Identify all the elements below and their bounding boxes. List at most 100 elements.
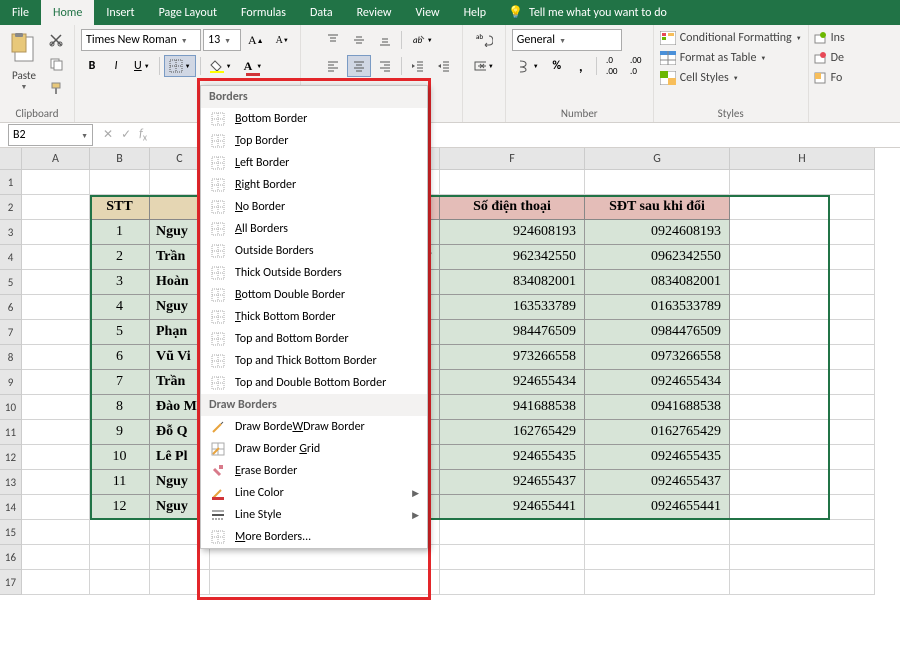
tab-review[interactable]: Review — [345, 0, 404, 25]
cell-sdt[interactable]: 973266558 — [440, 345, 585, 370]
cell[interactable] — [22, 245, 90, 270]
italic-button[interactable]: I — [105, 55, 127, 77]
cell-styles-button[interactable]: Cell Styles▼ — [660, 69, 739, 87]
col-header-g[interactable]: G — [585, 148, 730, 170]
cell[interactable] — [730, 345, 875, 370]
tab-help[interactable]: Help — [452, 0, 499, 25]
row-header[interactable]: 13 — [0, 470, 22, 495]
border-option[interactable]: Top and Bottom Border — [201, 328, 427, 350]
font-name-selector[interactable]: Times New Roman — [81, 29, 201, 51]
cell-stt[interactable]: 1 — [90, 220, 150, 245]
cell-sdt[interactable]: 924655435 — [440, 445, 585, 470]
cell-sdt[interactable]: 962342550 — [440, 245, 585, 270]
border-option[interactable]: Line Style▶ — [201, 504, 427, 526]
col-header-a[interactable]: A — [22, 148, 90, 170]
increase-decimal-button[interactable]: .0.00 — [601, 55, 623, 77]
border-option[interactable]: No Border — [201, 196, 427, 218]
border-option[interactable]: Bottom Border — [201, 108, 427, 130]
border-option[interactable]: Top and Thick Bottom Border — [201, 350, 427, 372]
tab-pagelayout[interactable]: Page Layout — [147, 0, 229, 25]
align-bottom-button[interactable] — [373, 29, 397, 51]
cell[interactable] — [440, 170, 585, 195]
cell[interactable] — [90, 570, 150, 595]
cell[interactable] — [730, 470, 875, 495]
cell[interactable] — [90, 545, 150, 570]
col-header-f[interactable]: F — [440, 148, 585, 170]
cell[interactable] — [730, 295, 875, 320]
cell[interactable] — [22, 270, 90, 295]
align-center-button[interactable] — [347, 55, 371, 77]
row-header[interactable]: 3 — [0, 220, 22, 245]
decrease-decimal-button[interactable]: .00.0 — [625, 55, 647, 77]
cell[interactable] — [22, 445, 90, 470]
cell[interactable] — [730, 170, 875, 195]
cell-sdt[interactable]: 163533789 — [440, 295, 585, 320]
cell[interactable] — [730, 420, 875, 445]
border-option[interactable]: Line Color▶ — [201, 482, 427, 504]
table-header-sdt[interactable]: Số điện thoại — [440, 195, 585, 220]
tab-file[interactable]: File — [0, 0, 41, 25]
cell-stt[interactable]: 9 — [90, 420, 150, 445]
align-middle-button[interactable] — [347, 29, 371, 51]
row-header[interactable]: 2 — [0, 195, 22, 220]
row-header[interactable]: 6 — [0, 295, 22, 320]
cell[interactable] — [730, 220, 875, 245]
cell-sdt[interactable]: 924608193 — [440, 220, 585, 245]
fx-icon[interactable]: fx — [139, 127, 147, 143]
cell-sdt[interactable]: 984476509 — [440, 320, 585, 345]
cell[interactable] — [730, 395, 875, 420]
cell[interactable] — [22, 220, 90, 245]
cell-stt[interactable]: 12 — [90, 495, 150, 520]
cell[interactable] — [22, 570, 90, 595]
number-format-selector[interactable]: General — [512, 29, 622, 51]
row-header[interactable]: 10 — [0, 395, 22, 420]
name-box[interactable]: B2▼ — [8, 124, 93, 146]
border-option[interactable]: Right Border — [201, 174, 427, 196]
cell-sdt2[interactable]: 0924655435 — [585, 445, 730, 470]
cell[interactable] — [585, 170, 730, 195]
wrap-text-button[interactable]: ab — [469, 29, 499, 51]
cell-sdt[interactable]: 924655434 — [440, 370, 585, 395]
border-option[interactable]: Top and Double Bottom Border — [201, 372, 427, 394]
cell-sdt2[interactable]: 0924655441 — [585, 495, 730, 520]
cell[interactable] — [22, 320, 90, 345]
cell[interactable] — [730, 545, 875, 570]
cell-sdt2[interactable]: 0941688538 — [585, 395, 730, 420]
font-color-button[interactable]: A▼ — [239, 55, 268, 77]
col-header-h[interactable]: H — [730, 148, 875, 170]
orientation-button[interactable]: ab▼ — [406, 29, 438, 51]
conditional-formatting-button[interactable]: Conditional Formatting▼ — [660, 29, 802, 47]
cell-sdt2[interactable]: 0984476509 — [585, 320, 730, 345]
cell-sdt2[interactable]: 0924655434 — [585, 370, 730, 395]
cell[interactable] — [22, 295, 90, 320]
cell-stt[interactable]: 11 — [90, 470, 150, 495]
cell[interactable] — [440, 520, 585, 545]
border-option[interactable]: Thick Bottom Border — [201, 306, 427, 328]
border-option[interactable]: Bottom Double Border — [201, 284, 427, 306]
cell[interactable] — [22, 520, 90, 545]
row-header[interactable]: 17 — [0, 570, 22, 595]
border-option[interactable]: Outside Borders — [201, 240, 427, 262]
comma-button[interactable]: , — [570, 55, 592, 77]
table-header-sdt-sau[interactable]: SĐT sau khi đổi — [585, 195, 730, 220]
cell[interactable] — [730, 570, 875, 595]
cell[interactable] — [730, 245, 875, 270]
format-painter-button[interactable] — [44, 77, 68, 99]
format-cells-button[interactable]: Fo — [813, 69, 843, 87]
border-option[interactable]: Erase Border — [201, 460, 427, 482]
copy-button[interactable] — [44, 53, 68, 75]
cell[interactable] — [730, 445, 875, 470]
cell[interactable] — [22, 470, 90, 495]
bold-button[interactable]: B — [81, 55, 103, 77]
cell-stt[interactable]: 2 — [90, 245, 150, 270]
merge-button[interactable]: ▼ — [469, 55, 499, 77]
cell-sdt[interactable]: 924655441 — [440, 495, 585, 520]
tab-data[interactable]: Data — [298, 0, 345, 25]
cell[interactable] — [440, 545, 585, 570]
cell-stt[interactable]: 4 — [90, 295, 150, 320]
accounting-format-button[interactable]: ▼ — [512, 55, 544, 77]
decrease-font-button[interactable]: A▼ — [271, 29, 294, 51]
cell-stt[interactable]: 7 — [90, 370, 150, 395]
cell[interactable] — [22, 420, 90, 445]
cell[interactable] — [22, 495, 90, 520]
